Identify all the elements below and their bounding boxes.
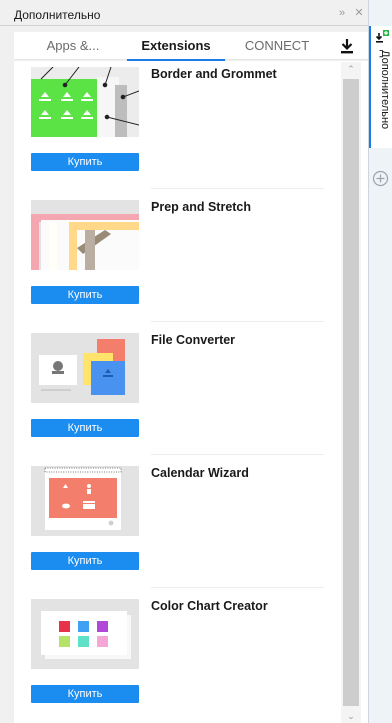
collapse-icon[interactable]: » [335, 6, 349, 20]
buy-button[interactable]: Купить [31, 552, 139, 570]
extensions-panel: Дополнительно » ✕ Apps &... Extensions C… [0, 0, 392, 723]
file-converter-thumbnail [31, 333, 139, 403]
color-chart-thumbnail [31, 599, 139, 669]
tab-bar: Apps &... Extensions CONNECT [14, 32, 368, 61]
tab-connect[interactable]: CONNECT [236, 32, 318, 60]
additional-docker-icon [375, 30, 389, 43]
extension-card: Border and Grommet Купить [14, 61, 334, 193]
side-tab-additional[interactable]: Дополнительно [369, 26, 392, 148]
add-docker-icon[interactable] [372, 170, 389, 187]
calendar-wizard-thumbnail [31, 466, 139, 536]
side-tab-label: Дополнительно [379, 50, 391, 130]
extension-card: File Converter Купить [14, 327, 334, 459]
extension-name[interactable]: Border and Grommet [151, 67, 277, 81]
extension-name[interactable]: Color Chart Creator [151, 599, 268, 613]
buy-button[interactable]: Купить [31, 153, 139, 171]
scrollbar-thumb[interactable] [343, 79, 359, 706]
tab-extensions[interactable]: Extensions [127, 32, 225, 61]
buy-button[interactable]: Купить [31, 685, 139, 703]
extension-name[interactable]: Prep and Stretch [151, 200, 251, 214]
docker-side-strip: Дополнительно [368, 0, 392, 723]
scroll-down-icon[interactable]: ⌄ [341, 709, 361, 723]
extension-card: Prep and Stretch Купить [14, 194, 334, 326]
download-icon[interactable] [338, 37, 356, 55]
extension-name[interactable]: File Converter [151, 333, 235, 347]
panel-title: Дополнительно [14, 8, 101, 22]
divider [151, 321, 324, 322]
divider [151, 188, 324, 189]
border-grommet-thumbnail [31, 67, 139, 137]
extension-name[interactable]: Calendar Wizard [151, 466, 249, 480]
scroll-up-icon[interactable]: ⌃ [341, 62, 361, 76]
vertical-scrollbar[interactable]: ⌃ ⌄ [341, 62, 361, 723]
buy-button[interactable]: Купить [31, 419, 139, 437]
buy-button[interactable]: Купить [31, 286, 139, 304]
tab-apps[interactable]: Apps &... [28, 32, 118, 60]
extension-card: Calendar Wizard Купить [14, 460, 334, 592]
extension-card: Color Chart Creator Купить [14, 593, 334, 723]
panel-titlebar: Дополнительно » ✕ [0, 0, 368, 26]
divider [151, 454, 324, 455]
close-icon[interactable]: ✕ [352, 6, 366, 20]
extensions-list: Border and Grommet Купить Prep and Stret… [14, 61, 368, 723]
divider [151, 587, 324, 588]
prep-stretch-thumbnail [31, 200, 139, 270]
